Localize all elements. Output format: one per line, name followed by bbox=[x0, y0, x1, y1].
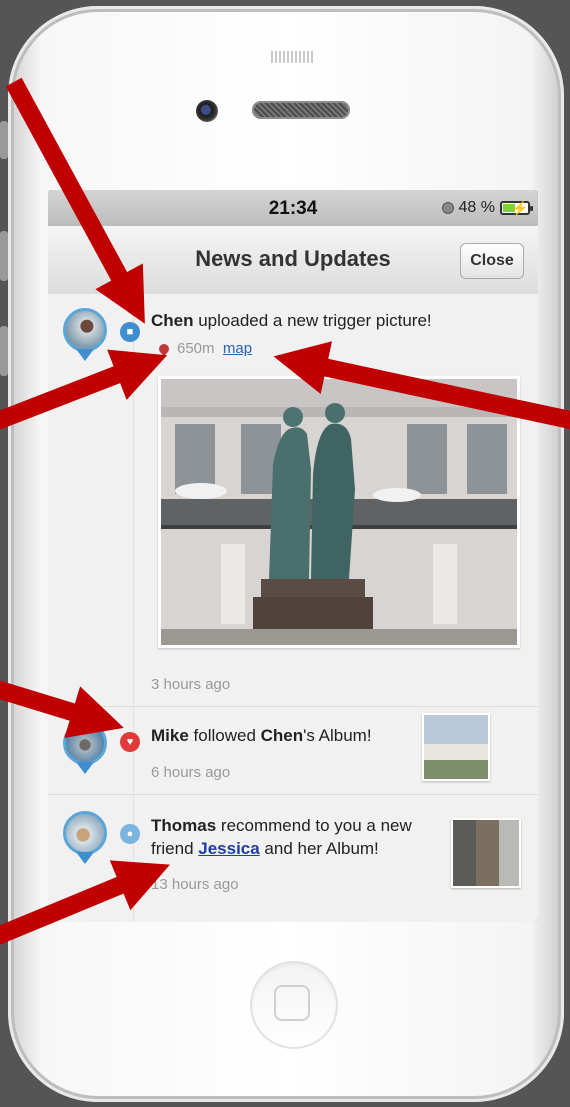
time-ago: 13 hours ago bbox=[151, 876, 239, 893]
feed-divider bbox=[48, 706, 538, 707]
feed-text-follow: Mike followed Chen's Album! bbox=[151, 726, 372, 745]
mute-switch bbox=[0, 121, 8, 159]
feed-text-upload: Chen uploaded a new trigger picture! bbox=[151, 311, 432, 330]
album-thumbnail[interactable] bbox=[451, 818, 521, 888]
time-ago: 6 hours ago bbox=[151, 764, 231, 781]
heart-icon: ♥ bbox=[120, 732, 140, 752]
map-link[interactable]: map bbox=[223, 340, 252, 357]
volume-down-button bbox=[0, 326, 8, 376]
avatar-mike[interactable] bbox=[63, 721, 107, 765]
location-row: 650m map bbox=[156, 340, 252, 357]
feed-divider bbox=[48, 794, 538, 795]
avatar-pin-icon bbox=[76, 852, 94, 864]
avatar-pin-icon bbox=[76, 349, 94, 361]
nav-bar: News and Updates Close bbox=[48, 226, 538, 295]
feed-text-recommend: Thomas recommend to you a new friend Jes… bbox=[151, 816, 412, 858]
avatar-pin-icon bbox=[76, 762, 94, 774]
earpiece-speaker bbox=[252, 101, 350, 119]
user-name[interactable]: Mike bbox=[151, 726, 189, 745]
battery-icon: ⚡ bbox=[500, 200, 533, 216]
home-button[interactable] bbox=[250, 961, 338, 1049]
battery-percent: 48 % bbox=[458, 199, 495, 216]
home-square-icon bbox=[274, 985, 310, 1021]
time-ago: 3 hours ago bbox=[151, 676, 231, 693]
front-camera bbox=[196, 100, 218, 122]
news-feed: ■ Chen uploaded a new trigger picture! 6… bbox=[48, 294, 538, 922]
distance: 650m bbox=[177, 340, 215, 357]
user-name[interactable]: Thomas bbox=[151, 816, 216, 835]
avatar-chen[interactable] bbox=[63, 308, 107, 352]
person-add-icon: ● bbox=[120, 824, 140, 844]
front-sensor bbox=[271, 51, 313, 63]
target-user[interactable]: Chen bbox=[261, 726, 304, 745]
close-button[interactable]: Close bbox=[460, 243, 524, 279]
phone-screen: 21:34 48 % ⚡ News and Updates Close ■ Ch… bbox=[48, 190, 538, 922]
location-pin-icon bbox=[156, 341, 172, 357]
status-bar: 21:34 48 % ⚡ bbox=[48, 190, 538, 226]
charging-bolt-icon: ⚡ bbox=[511, 200, 529, 216]
photo-illustration bbox=[161, 379, 517, 645]
user-name[interactable]: Chen bbox=[151, 311, 194, 330]
battery-status: 48 % ⚡ bbox=[441, 199, 533, 217]
alarm-clock-icon bbox=[441, 202, 454, 214]
trigger-picture[interactable] bbox=[158, 376, 520, 648]
album-thumbnail[interactable] bbox=[422, 713, 490, 781]
friend-link[interactable]: Jessica bbox=[198, 839, 259, 858]
video-camera-icon: ■ bbox=[120, 322, 140, 342]
volume-up-button bbox=[0, 231, 8, 281]
statue-photo bbox=[161, 379, 517, 645]
avatar-thomas[interactable] bbox=[63, 811, 107, 855]
